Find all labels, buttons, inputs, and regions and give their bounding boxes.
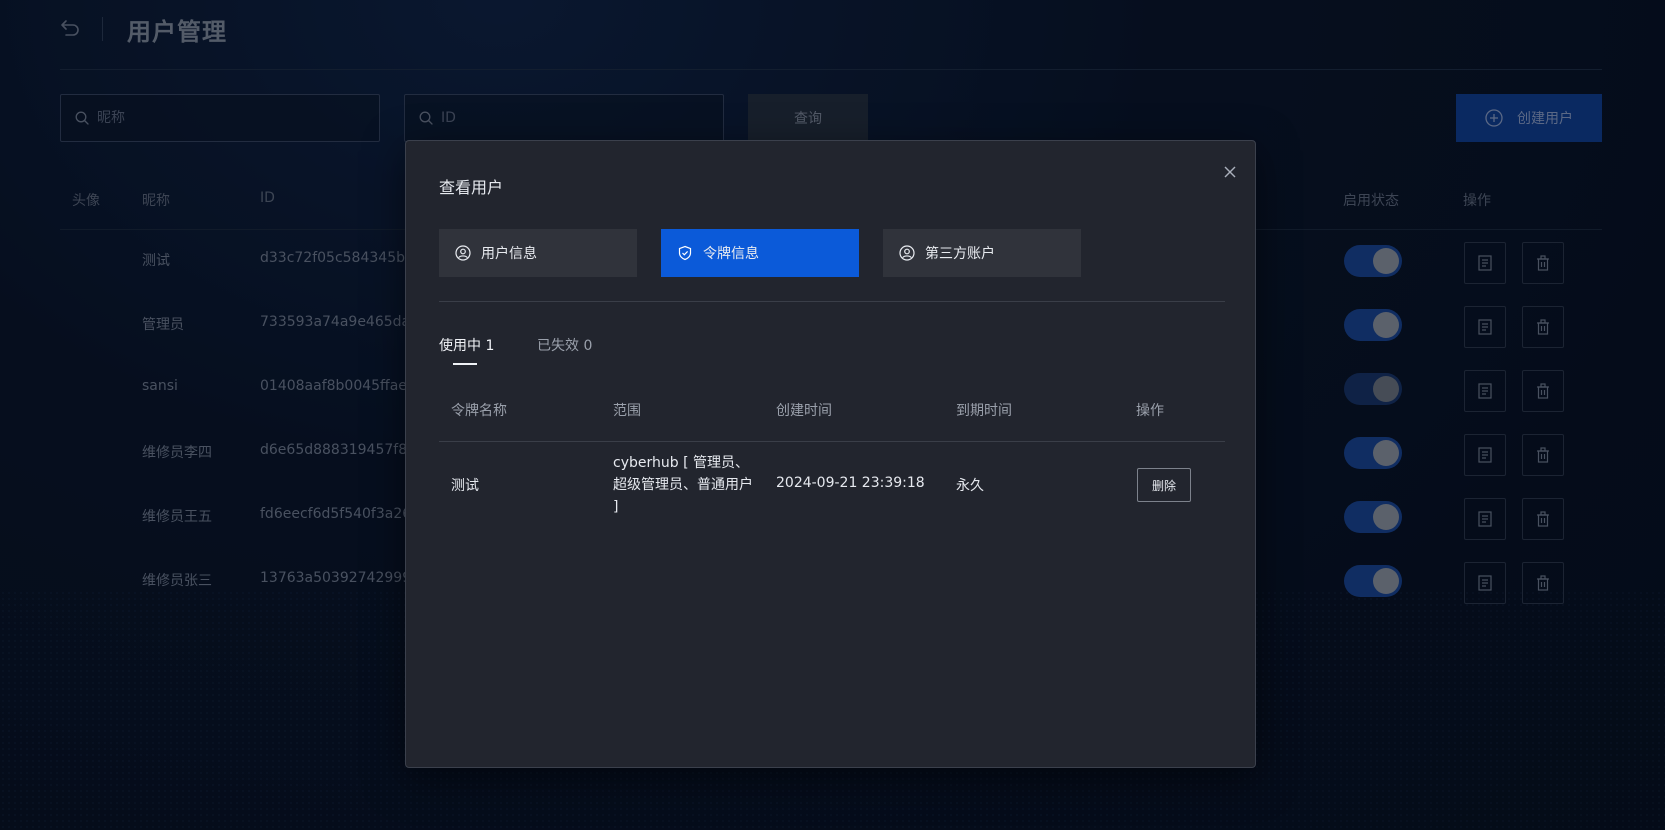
delete-token-button[interactable]: 删除 xyxy=(1137,468,1191,502)
token-scope: cyberhub [ 管理员、超级管理员、普通用户 ] xyxy=(613,455,753,515)
close-icon[interactable] xyxy=(1223,165,1237,179)
column-scope: 范围 xyxy=(613,403,641,419)
subtab-indicator xyxy=(453,363,477,365)
view-user-modal: 查看用户 用户信息 令牌信息 第三方账户 使用中 1 已失效 0 令牌名称 范围… xyxy=(405,140,1256,768)
column-expires: 到期时间 xyxy=(956,403,1012,419)
subtab-active-tokens[interactable]: 使用中 1 xyxy=(439,335,494,355)
tab-user-info[interactable]: 用户信息 xyxy=(439,229,637,277)
user-circle-icon xyxy=(899,245,915,261)
token-expires: 永久 xyxy=(956,478,984,494)
tab-label: 用户信息 xyxy=(481,246,537,262)
column-token-name: 令牌名称 xyxy=(451,403,507,419)
tab-label: 令牌信息 xyxy=(703,246,759,262)
user-circle-icon xyxy=(455,245,471,261)
tab-third-party-accounts[interactable]: 第三方账户 xyxy=(883,229,1081,277)
column-token-actions: 操作 xyxy=(1136,403,1164,419)
subtab-expired-tokens[interactable]: 已失效 0 xyxy=(537,335,592,355)
column-created: 创建时间 xyxy=(776,403,832,419)
modal-divider xyxy=(439,301,1225,302)
token-created: 2024-09-21 23:39:18 xyxy=(776,475,925,491)
token-name: 测试 xyxy=(451,478,479,494)
modal-title: 查看用户 xyxy=(439,178,504,197)
tab-label: 第三方账户 xyxy=(925,246,995,262)
shield-check-icon xyxy=(678,245,692,261)
token-table-divider xyxy=(439,441,1225,442)
tab-token-info[interactable]: 令牌信息 xyxy=(661,229,859,277)
